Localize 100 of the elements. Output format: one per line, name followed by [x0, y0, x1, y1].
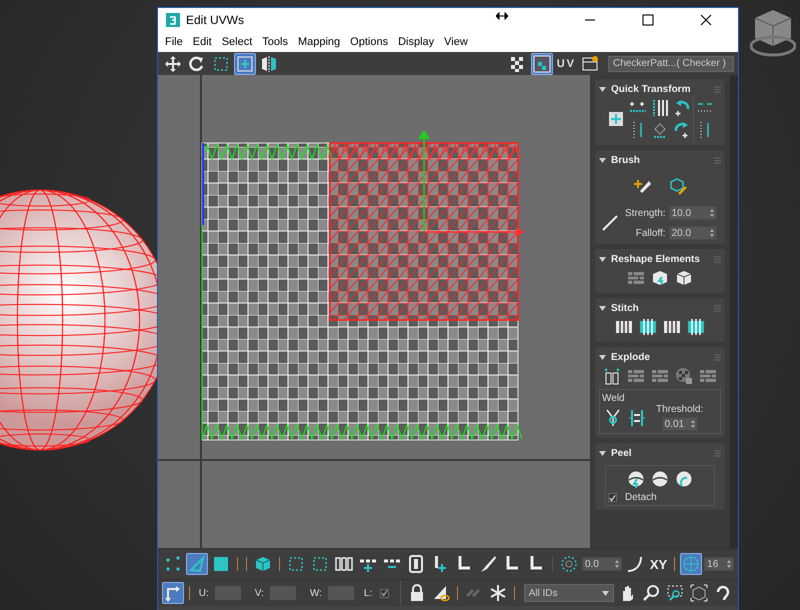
- split-arrows-icon: [603, 367, 621, 385]
- grid-button[interactable]: [530, 52, 553, 74]
- l-checkbox[interactable]: [380, 588, 390, 598]
- checkmark-icon: [381, 589, 388, 597]
- grow-selection-icon: [287, 555, 305, 573]
- grip-icon[interactable]: [714, 450, 721, 456]
- u-coordinate-field[interactable]: [214, 586, 241, 600]
- rollout-title: Reshape Elements: [611, 254, 700, 264]
- grid-snap-icon: [682, 555, 700, 573]
- weld-selected-icon: [604, 408, 622, 426]
- rollout-title: Explode: [611, 352, 650, 362]
- falloff-label: Falloff:: [634, 228, 666, 238]
- relax-brush-icon: [669, 178, 687, 196]
- resize-arrow-icon: [496, 12, 508, 20]
- center-pivot-icon: [606, 110, 624, 128]
- grid-count-spinner[interactable]: 16: [704, 557, 734, 571]
- id-filter-dropdown[interactable]: All IDs: [524, 584, 614, 602]
- rollout-title: Brush: [611, 154, 640, 166]
- v-label: V:: [254, 588, 264, 598]
- move-icon: [164, 54, 182, 72]
- collapse-arrow-icon[interactable]: [599, 354, 606, 360]
- edge-triangle-icon: [188, 555, 206, 573]
- menu-item[interactable]: Edit: [188, 34, 217, 50]
- close-icon: [700, 14, 712, 26]
- checkmark-icon: [609, 494, 616, 502]
- axis-button[interactable]: XY: [648, 553, 670, 575]
- collapse-arrow-icon[interactable]: [599, 450, 606, 456]
- stitch-source-icon: [663, 318, 681, 336]
- spinner-arrows-icon: [690, 420, 695, 428]
- falloff-spinner[interactable]: 20.0: [668, 226, 717, 240]
- face-square-icon: [212, 555, 230, 573]
- menu-item[interactable]: Display: [393, 34, 440, 50]
- menu-item[interactable]: Options: [345, 34, 394, 50]
- checker-sphere-icon: [675, 367, 693, 385]
- collapse-arrow-icon[interactable]: [599, 256, 606, 262]
- stitch-custom-icon: [687, 318, 705, 336]
- grip-icon[interactable]: [714, 256, 721, 262]
- triangle-eye-icon: [432, 584, 450, 602]
- collapse-arrow-icon[interactable]: [599, 86, 606, 92]
- grip-icon[interactable]: [714, 304, 721, 312]
- menu-item[interactable]: File: [160, 34, 188, 50]
- v-coordinate-field[interactable]: [270, 586, 296, 600]
- peel-quick-icon: [627, 470, 645, 488]
- w-coordinate-field[interactable]: [328, 586, 354, 600]
- texture-list-icon: [582, 54, 600, 72]
- weld-label: Weld: [602, 393, 625, 404]
- rotate-icon: [188, 54, 206, 72]
- strength-spinner[interactable]: 10.0: [668, 206, 717, 220]
- w-label: W:: [310, 588, 322, 598]
- cube-lightning-icon: [651, 269, 669, 287]
- rotate-cw-icon: [672, 121, 690, 139]
- collapse-arrow-icon[interactable]: [599, 158, 606, 162]
- peel-icon: [651, 470, 669, 488]
- square-plus-button[interactable]: [234, 52, 256, 74]
- detach-checkbox[interactable]: [608, 493, 617, 502]
- rotate-ccw-icon: [672, 99, 690, 117]
- vertex-dots-icon: [164, 555, 182, 573]
- grid-icon: [532, 54, 551, 72]
- menu-item[interactable]: Mapping: [292, 34, 346, 50]
- checker-sphere-button[interactable]: [673, 365, 695, 387]
- u-label: U:: [198, 588, 209, 598]
- mirror-icon: [260, 54, 278, 72]
- grid-snap-button[interactable]: [680, 553, 702, 575]
- zoom-region-icon: [666, 584, 684, 602]
- uv-label: UV: [556, 58, 576, 70]
- spinner-arrows-icon: [710, 229, 714, 237]
- menu-item[interactable]: Select: [216, 34, 258, 50]
- stitch-target-icon: [615, 318, 633, 336]
- transform-arrows-icon: [164, 584, 182, 602]
- collapse-arrow-icon[interactable]: [599, 306, 606, 310]
- angle-spinner[interactable]: 0.0: [582, 557, 622, 571]
- rollout-title: Stitch: [611, 302, 639, 314]
- rollout-title: Quick Transform: [611, 84, 690, 94]
- window-title: Edit UVWs: [186, 13, 244, 27]
- bricks-icon: [627, 367, 645, 385]
- curve-icon: [626, 555, 644, 573]
- peel-reset-icon: [675, 470, 693, 488]
- soft-selection-icon: [560, 555, 578, 573]
- rollout-title: Peel: [611, 448, 632, 458]
- menu-item[interactable]: View: [439, 34, 473, 50]
- transform-arrows-button[interactable]: [162, 582, 184, 604]
- grip-icon[interactable]: [714, 156, 721, 164]
- zoom-extents-button[interactable]: [688, 582, 710, 604]
- element-cube-icon: [254, 555, 272, 573]
- grip-icon[interactable]: [714, 354, 721, 360]
- grip-icon[interactable]: [714, 86, 721, 92]
- app-logo-icon: [166, 13, 180, 27]
- brush-icon: [479, 555, 497, 573]
- texture-dropdown[interactable]: CheckerPatt...( Checker ): [608, 56, 734, 72]
- uv-editor-canvas[interactable]: [158, 75, 590, 548]
- move-brush-icon: [633, 178, 651, 196]
- bar-icon: [407, 555, 425, 573]
- threshold-spinner[interactable]: 0.01: [662, 417, 698, 431]
- spinner-arrows-icon: [710, 209, 714, 217]
- menu-item[interactable]: Tools: [257, 34, 293, 50]
- bricks-icon: [651, 367, 669, 385]
- strength-label: Strength:: [625, 208, 666, 218]
- stitch-custom-button[interactable]: [685, 316, 707, 338]
- threshold-label: Threshold:: [656, 404, 704, 415]
- stitch-average-button[interactable]: [637, 316, 659, 338]
